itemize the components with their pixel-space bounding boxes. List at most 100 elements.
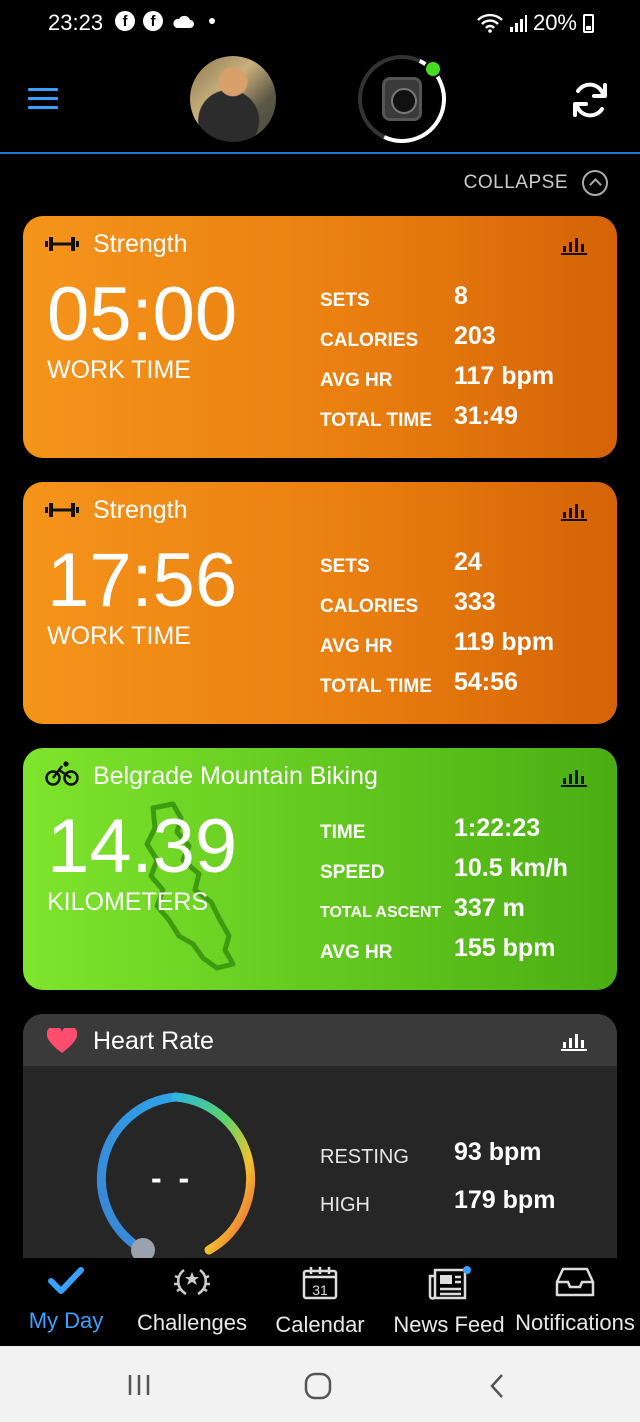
distance-label: KILOMETERS: [47, 888, 209, 916]
chevron-up-icon: [582, 170, 608, 196]
stat-value: 93 bpm: [454, 1138, 542, 1166]
card-title: Heart Rate: [93, 1027, 214, 1055]
stat-label: TOTAL TIME: [320, 676, 432, 697]
newsfeed-icon: [428, 1266, 471, 1300]
stat-row: CALORIES 333: [320, 586, 610, 626]
nav-my-day[interactable]: My Day: [24, 1266, 108, 1334]
stat-label: SPEED: [320, 862, 385, 883]
bicycle-icon: [45, 761, 79, 786]
work-time-label: WORK TIME: [47, 356, 191, 384]
stat-label: AVG HR: [320, 636, 393, 657]
home-icon[interactable]: [304, 1372, 332, 1400]
stat-value: 31:49: [454, 402, 518, 430]
stat-value: 8: [454, 282, 468, 310]
card-title: Strength: [93, 496, 188, 524]
work-time-value: 17:56: [47, 538, 238, 623]
bar-chart-icon[interactable]: [561, 234, 587, 256]
stat-row: TIME 1:22:23: [320, 812, 610, 852]
nav-label: My Day: [28, 1308, 104, 1333]
stat-label: AVG HR: [320, 370, 393, 391]
avatar[interactable]: [190, 56, 276, 142]
stat-label: HIGH: [320, 1194, 370, 1216]
work-time-label: WORK TIME: [47, 622, 191, 650]
battery-percent: 20%: [532, 10, 577, 35]
stat-row: SPEED 10.5 km/h: [320, 852, 610, 892]
card-stats: SETS 24 CALORIES 333 AVG HR 119 bpm TOTAL T…: [320, 546, 610, 706]
stat-value: 155 bpm: [454, 934, 556, 962]
stat-row: CALORIES 203: [320, 320, 610, 360]
stat-row: TOTAL TIME 31:49: [320, 400, 610, 440]
card-stats: SETS 8 CALORIES 203 AVG HR 117 bpm TOTAL TI…: [320, 280, 610, 440]
nav-label: Calendar: [275, 1312, 365, 1337]
activity-card-strength[interactable]: Strength 05:00 WORK TIME SETS 8 CALORIES 2…: [23, 216, 617, 458]
stat-value: 179 bpm: [454, 1186, 556, 1214]
collapse-label: COLLAPSE: [463, 172, 568, 193]
device-status-dot: [424, 60, 442, 78]
card-title: Belgrade Mountain Biking: [93, 762, 378, 790]
stat-label: SETS: [320, 290, 370, 311]
activity-card-biking[interactable]: Belgrade Mountain Biking 14.39 KILOMETER…: [23, 748, 617, 990]
stat-row: AVG HR 155 bpm: [320, 932, 610, 972]
bar-chart-icon[interactable]: [561, 500, 587, 522]
system-navigation-bar: [0, 1346, 640, 1422]
heart-icon: [47, 1028, 77, 1053]
stat-value: 24: [454, 548, 482, 576]
stat-label: CALORIES: [320, 596, 419, 617]
calendar-day: 31: [312, 1282, 328, 1298]
activity-card-strength[interactable]: Strength 17:56 WORK TIME SETS 24 CALORIES…: [23, 482, 617, 724]
heart-rate-card[interactable]: Heart Rate - - RESTING 93 bpm HIGH 179 bpm: [23, 1014, 617, 1274]
nav-label: Challenges: [136, 1310, 248, 1335]
stat-value: 117 bpm: [454, 362, 555, 390]
stat-value: 337 m: [454, 894, 525, 922]
header-divider: [0, 152, 640, 154]
nav-notifications[interactable]: Notifications: [512, 1266, 638, 1336]
work-time-value: 05:00: [47, 272, 238, 357]
stat-row: SETS 8: [320, 280, 610, 320]
stat-value: 119 bpm: [454, 628, 555, 656]
recents-icon[interactable]: [127, 1374, 151, 1396]
card-title: Strength: [93, 230, 188, 258]
stat-value: 1:22:23: [454, 814, 541, 842]
bottom-navigation: My Day Challenges 31 Calendar News Feed …: [0, 1258, 640, 1346]
inbox-icon: [555, 1267, 595, 1297]
system-status: 20%: [477, 10, 594, 36]
stat-value: 10.5 km/h: [454, 854, 568, 882]
cloud-icon: [173, 15, 194, 28]
facebook-icon: f: [143, 11, 163, 31]
current-hr-value: - -: [151, 1160, 194, 1196]
notification-icons: f f: [115, 11, 215, 31]
distance-value: 14.39: [47, 804, 238, 889]
stat-row: AVG HR 117 bpm: [320, 360, 610, 400]
dumbbell-icon: [45, 237, 79, 251]
stat-row: AVG HR 119 bpm: [320, 626, 610, 666]
nav-calendar[interactable]: 31 Calendar: [272, 1266, 368, 1338]
nav-news-feed[interactable]: News Feed: [390, 1266, 508, 1338]
bar-chart-icon[interactable]: [561, 1030, 587, 1052]
more-notifications-dot: [209, 18, 215, 24]
back-icon[interactable]: [488, 1372, 506, 1400]
battery-icon: [583, 13, 594, 33]
calendar-icon: 31: [302, 1267, 338, 1300]
stat-value: 333: [454, 588, 496, 616]
stat-row: SETS 24: [320, 546, 610, 586]
stat-label: RESTING: [320, 1146, 409, 1168]
stat-label: TOTAL TIME: [320, 410, 432, 431]
nav-challenges[interactable]: Challenges: [132, 1266, 252, 1336]
stat-label: TIME: [320, 822, 366, 843]
watch-icon: [382, 77, 422, 121]
check-icon: [48, 1267, 84, 1294]
nav-label: Notifications: [515, 1310, 635, 1335]
stat-row: RESTING 93 bpm: [320, 1138, 610, 1186]
dumbbell-icon: [45, 503, 79, 517]
facebook-icon: f: [115, 11, 135, 31]
wifi-icon: [477, 13, 503, 33]
app-header: [0, 48, 640, 154]
menu-icon[interactable]: [28, 88, 58, 110]
stat-label: CALORIES: [320, 330, 419, 351]
sync-icon[interactable]: [570, 80, 610, 120]
collapse-button[interactable]: COLLAPSE: [464, 170, 608, 196]
stat-value: 54:56: [454, 668, 518, 696]
card-stats: TIME 1:22:23 SPEED 10.5 km/h TOTAL ASCENT 3…: [320, 812, 610, 972]
bar-chart-icon[interactable]: [561, 766, 587, 788]
stat-label: SETS: [320, 556, 370, 577]
